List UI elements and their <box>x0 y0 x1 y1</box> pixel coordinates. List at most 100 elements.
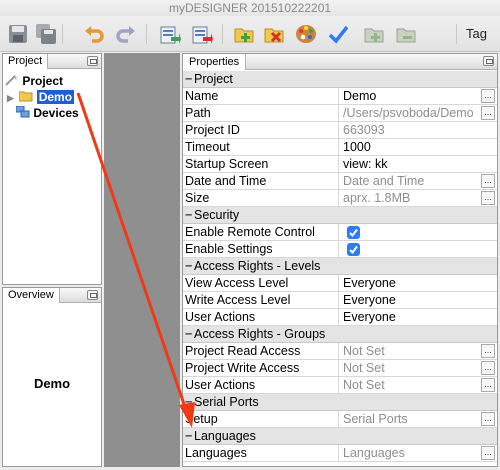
property-name: User Actions <box>185 377 339 394</box>
ellipsis-button[interactable]: ... <box>481 89 495 103</box>
properties-panel-tab[interactable]: Properties <box>183 54 247 70</box>
collapse-icon[interactable]: − <box>185 428 194 445</box>
ellipsis-button[interactable]: ... <box>481 446 495 460</box>
ellipsis-button[interactable]: ... <box>481 174 495 188</box>
ellipsis-button[interactable]: ... <box>481 378 495 392</box>
property-section[interactable]: − Languages <box>183 428 497 445</box>
property-row[interactable]: Project Read Access Not Set... <box>183 343 497 360</box>
property-value[interactable]: Serial Ports <box>343 411 477 428</box>
property-row[interactable]: Project Write Access Not Set... <box>183 360 497 377</box>
property-value[interactable]: /Users/psvoboda/Demo <box>343 105 477 122</box>
property-name: Project ID <box>185 122 339 139</box>
ellipsis-button[interactable]: ... <box>481 412 495 426</box>
property-row[interactable]: Startup Screen view: kk <box>183 156 497 173</box>
property-value[interactable]: Everyone <box>343 275 477 292</box>
property-section[interactable]: − Serial Ports <box>183 394 497 411</box>
expand-arrow-icon[interactable]: ▶ <box>7 91 16 106</box>
ellipsis-button[interactable]: ... <box>481 106 495 120</box>
property-section[interactable]: − Security <box>183 207 497 224</box>
restore-icon[interactable] <box>483 56 494 66</box>
property-value[interactable]: Languages <box>343 445 477 462</box>
property-value[interactable]: Date and Time <box>343 173 477 190</box>
property-row[interactable]: Project ID 663093 <box>183 122 497 139</box>
palette-icon[interactable] <box>294 22 318 46</box>
checkmark-icon[interactable] <box>326 22 350 46</box>
collapse-icon[interactable]: − <box>185 394 194 411</box>
folder-remove-icon[interactable] <box>394 22 418 46</box>
restore-icon[interactable] <box>87 56 98 66</box>
property-row[interactable]: Enable Settings <box>183 241 497 258</box>
delete-folder-icon[interactable] <box>262 22 286 46</box>
property-row[interactable]: Name Demo... <box>183 88 497 105</box>
import-icon[interactable] <box>158 22 182 46</box>
property-section-label: Access Rights - Levels <box>194 259 321 273</box>
save-all-icon[interactable] <box>34 22 58 46</box>
property-name: Languages <box>185 445 339 462</box>
property-row[interactable]: Timeout 1000 <box>183 139 497 156</box>
property-name: Project Read Access <box>185 343 339 360</box>
overview-panel: Overview Demo <box>2 287 102 467</box>
save-icon[interactable] <box>6 22 30 46</box>
property-section-label: Serial Ports <box>194 395 259 409</box>
undo-icon[interactable] <box>82 22 106 46</box>
collapse-icon[interactable]: − <box>185 326 194 343</box>
property-row[interactable]: View Access Level Everyone <box>183 275 497 292</box>
export-icon[interactable] <box>190 22 214 46</box>
overview-panel-tab[interactable]: Overview <box>3 288 60 303</box>
property-section-label: Languages <box>194 429 256 443</box>
property-section-label: Security <box>194 208 240 222</box>
checkbox[interactable] <box>347 243 360 256</box>
property-value[interactable]: Everyone <box>343 309 477 326</box>
property-row[interactable]: User Actions Everyone <box>183 309 497 326</box>
ellipsis-button[interactable]: ... <box>481 361 495 375</box>
property-row[interactable]: Setup Serial Ports... <box>183 411 497 428</box>
property-value[interactable]: Everyone <box>343 292 477 309</box>
window-title: myDESIGNER 201510222201 <box>0 0 500 16</box>
property-section[interactable]: − Access Rights - Levels <box>183 258 497 275</box>
ellipsis-button[interactable]: ... <box>481 191 495 205</box>
project-panel: Project Project ▶ Demo Devices <box>2 53 102 285</box>
property-value[interactable]: 663093 <box>343 122 477 139</box>
canvas-area[interactable] <box>104 53 180 467</box>
property-row[interactable]: Size aprx. 1.8MB... <box>183 190 497 207</box>
property-name: Project Write Access <box>185 360 339 377</box>
project-panel-tab[interactable]: Project <box>3 54 49 69</box>
ellipsis-button[interactable]: ... <box>481 344 495 358</box>
property-row[interactable]: Path/Users/psvoboda/Demo... <box>183 105 497 122</box>
property-row[interactable]: Date and Time Date and Time... <box>183 173 497 190</box>
folder-add-icon[interactable] <box>362 22 386 46</box>
tree-root-label: Project <box>22 74 64 88</box>
toolbar-separator <box>146 24 147 44</box>
tag-button[interactable]: Tag <box>466 26 487 41</box>
property-row[interactable]: Languages Languages... <box>183 445 497 462</box>
property-section[interactable]: − Project <box>183 71 497 88</box>
collapse-icon[interactable]: − <box>185 258 194 275</box>
redo-icon[interactable] <box>114 22 138 46</box>
folder-icon <box>18 91 33 102</box>
tree-root[interactable]: Project <box>5 74 63 89</box>
property-name: Enable Remote Control <box>185 224 339 241</box>
property-value[interactable]: 1000 <box>343 139 477 156</box>
collapse-icon[interactable]: − <box>185 207 194 224</box>
new-folder-icon[interactable] <box>232 22 256 46</box>
property-value[interactable]: Demo <box>343 88 477 105</box>
tree-item-devices-label: Devices <box>33 106 79 120</box>
property-row[interactable]: User Actions Not Set... <box>183 377 497 394</box>
property-section[interactable]: − Access Rights - Groups <box>183 326 497 343</box>
property-value[interactable]: Not Set <box>343 343 477 360</box>
property-value[interactable]: view: kk <box>343 156 477 173</box>
tree-item-devices[interactable]: Devices <box>15 105 79 121</box>
checkbox[interactable] <box>347 226 360 239</box>
property-row[interactable]: Enable Remote Control <box>183 224 497 241</box>
property-name: Path <box>185 105 339 122</box>
property-name: Write Access Level <box>185 292 339 309</box>
property-value[interactable]: Not Set <box>343 377 477 394</box>
property-row[interactable]: Write Access Level Everyone <box>183 292 497 309</box>
property-name: Enable Settings <box>185 241 339 258</box>
property-value[interactable]: Not Set <box>343 360 477 377</box>
restore-icon[interactable] <box>87 290 98 300</box>
collapse-icon[interactable]: − <box>185 71 194 88</box>
property-value[interactable]: aprx. 1.8MB <box>343 190 477 207</box>
toolbar-separator <box>456 24 457 44</box>
tree-item-demo[interactable]: ▶ Demo <box>7 90 75 106</box>
